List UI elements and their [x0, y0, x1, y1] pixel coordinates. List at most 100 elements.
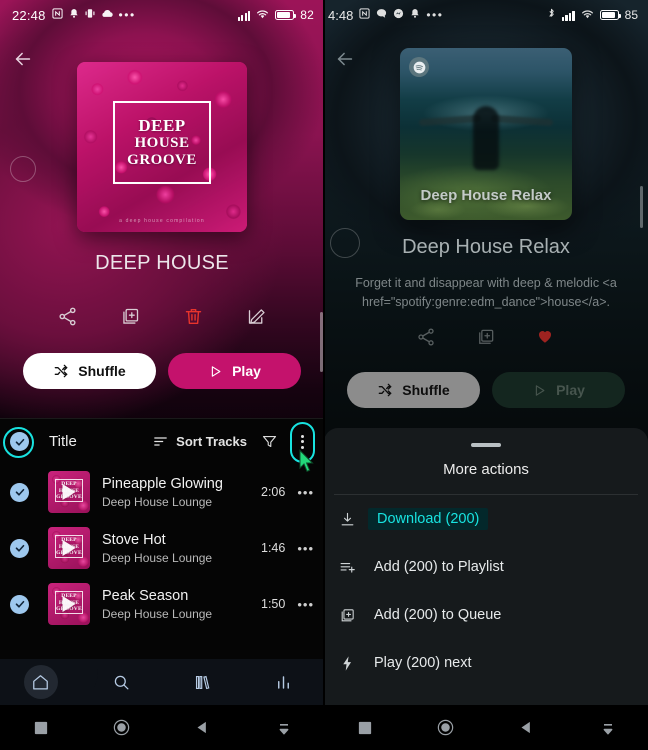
menu-item-label: Add (200) to Playlist: [374, 559, 504, 575]
menu-item-label: Add (200) to Queue: [374, 607, 502, 623]
add-to-playlist-icon: [338, 559, 356, 576]
album-art: DEEP HOUSE GROOVE a deep house compilati…: [77, 62, 247, 232]
play-label: Play: [232, 363, 261, 379]
track-artist: Deep House Lounge: [102, 494, 213, 509]
content-scrollbar[interactable]: [640, 186, 643, 228]
album-figure: [473, 106, 499, 171]
album-line-1: DEEP: [138, 116, 186, 136]
play-button[interactable]: Play: [168, 353, 301, 389]
android-navigation-bar: [0, 705, 324, 750]
track-overflow-icon[interactable]: •••: [297, 541, 314, 556]
track-artist: Deep House Lounge: [102, 550, 213, 565]
play-button[interactable]: Play: [492, 372, 625, 408]
chat-icon: [376, 8, 387, 22]
nav-item-stats[interactable]: [243, 673, 324, 692]
back-button[interactable]: [12, 48, 36, 72]
nav-item-library[interactable]: [162, 673, 243, 692]
page-title: DEEP HOUSE: [95, 252, 229, 274]
shuffle-button[interactable]: Shuffle: [23, 353, 156, 389]
track-overflow-icon[interactable]: •••: [297, 485, 314, 500]
bell-icon: [69, 8, 79, 22]
share-icon[interactable]: [57, 306, 79, 328]
nav-item-home[interactable]: [0, 664, 98, 719]
status-bar-left-group: 22:48 •••: [12, 8, 136, 23]
bluetooth-icon: [547, 8, 556, 23]
battery-percent: 82: [300, 8, 314, 22]
playlist-action-icons: [0, 306, 324, 328]
track-checkbox[interactable]: [10, 538, 29, 558]
overflow-icon: •••: [426, 8, 444, 22]
add-to-queue-icon: [338, 607, 356, 624]
heart-icon[interactable]: [536, 327, 556, 347]
battery-icon: [599, 10, 621, 20]
sort-icon: [154, 437, 167, 446]
table-row[interactable]: DEEP HOUSE GROOVE Stove Hot Deep House Lou…: [0, 520, 324, 576]
play-next-icon: [338, 655, 356, 672]
dual-screenshot-container: 22:48 ••• 82 DEEP HOUSE GROOVE a deep ho…: [0, 0, 648, 750]
back-triangle-icon[interactable]: [486, 720, 567, 735]
track-list-overflow-button[interactable]: [290, 421, 315, 463]
battery-icon: [275, 10, 297, 20]
bell-icon: [410, 8, 420, 22]
nfc-icon: [51, 8, 63, 22]
track-overflow-icon[interactable]: •••: [297, 597, 314, 612]
filter-icon[interactable]: [261, 433, 278, 450]
bottom-navigation-bar: [0, 659, 324, 719]
overflow-icon: •••: [118, 8, 136, 22]
shuffle-button[interactable]: Shuffle: [347, 372, 480, 408]
menu-item-add-to-playlist[interactable]: Add (200) to Playlist: [324, 543, 648, 591]
album-art-container: Deep House Relax: [324, 48, 648, 220]
table-row[interactable]: DEEP HOUSE GROOVE Pineapple Glowing Deep H…: [0, 464, 324, 520]
column-header-title: Title: [49, 433, 77, 450]
playlist-description: Forget it and disappear with deep & melo…: [355, 276, 617, 310]
menu-item-add-to-queue[interactable]: Add (200) to Queue: [324, 591, 648, 639]
hide-keyboard-icon[interactable]: [567, 720, 648, 736]
track-checkbox[interactable]: [10, 482, 29, 502]
edit-icon[interactable]: [246, 306, 268, 328]
track-list-header: Title Sort Tracks: [0, 418, 324, 464]
share-icon[interactable]: [416, 327, 436, 347]
nav-item-search[interactable]: [81, 673, 162, 692]
menu-item-play-next[interactable]: Play (200) next: [324, 639, 648, 687]
hide-keyboard-icon[interactable]: [243, 720, 324, 736]
wifi-icon: [581, 9, 594, 22]
album-line-2: HOUSE: [134, 134, 190, 151]
library-icon: [195, 675, 210, 689]
track-duration: 2:06: [261, 485, 286, 499]
sheet-drag-handle[interactable]: [471, 443, 501, 447]
panel-divider: [323, 0, 325, 750]
recents-icon[interactable]: [0, 721, 81, 735]
page-title: Deep House Relax: [402, 236, 570, 258]
stats-icon: [278, 675, 289, 689]
add-to-queue-icon[interactable]: [476, 327, 496, 347]
table-row[interactable]: DEEP HOUSE GROOVE Peak Season Deep House L…: [0, 576, 324, 632]
play-label: Play: [556, 382, 585, 398]
delete-icon[interactable]: [183, 306, 205, 328]
select-all-highlight-ring: [3, 427, 34, 458]
playlist-action-icons: [324, 327, 648, 347]
add-to-queue-icon[interactable]: [120, 306, 142, 328]
back-triangle-icon[interactable]: [162, 720, 243, 735]
home-circle-icon[interactable]: [405, 719, 486, 736]
track-title: Pineapple Glowing: [102, 475, 223, 492]
android-navigation-bar: [324, 705, 648, 750]
back-button[interactable]: [334, 48, 358, 72]
track-checkbox[interactable]: [10, 594, 29, 614]
shuffle-label: Shuffle: [78, 363, 126, 379]
playlist-cta-row: Shuffle Play: [324, 372, 648, 408]
messenger-icon: [393, 8, 404, 22]
menu-item-download[interactable]: Download (200): [324, 495, 648, 543]
play-triangle-icon: [62, 596, 76, 612]
search-icon: [114, 675, 129, 689]
track-thumbnail: DEEP HOUSE GROOVE: [48, 583, 90, 625]
album-art: Deep House Relax: [400, 48, 572, 220]
home-circle-icon[interactable]: [81, 719, 162, 736]
home-icon: [33, 674, 48, 689]
left-status-bar: 22:48 ••• 82: [0, 0, 324, 30]
album-art-caption: Deep House Relax: [420, 187, 552, 204]
play-triangle-icon: [62, 540, 76, 556]
recents-icon[interactable]: [324, 721, 405, 735]
track-duration: 1:46: [261, 541, 286, 555]
status-bar-left-group: 4:48 •••: [328, 8, 443, 23]
sort-tracks-button[interactable]: Sort Tracks: [152, 433, 247, 450]
